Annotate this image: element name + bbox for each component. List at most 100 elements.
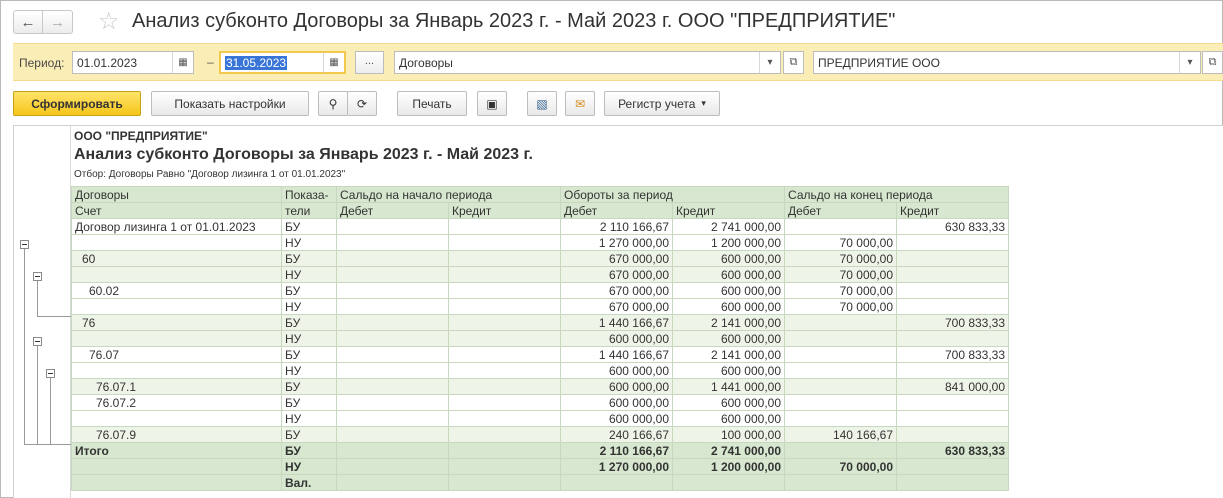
cell-ed[interactable] (784, 442, 898, 459)
cell-od[interactable]: 600 000,00 (560, 362, 673, 379)
cell-od[interactable]: 600 000,00 (560, 410, 673, 427)
cell-ek[interactable] (896, 458, 1010, 475)
cell-sk[interactable] (448, 426, 561, 443)
cell-ind[interactable]: БУ (281, 442, 337, 459)
cell-sd[interactable] (336, 458, 449, 475)
cell-name[interactable]: 76 (71, 314, 282, 331)
cell-sd[interactable] (336, 314, 449, 331)
cell-ek[interactable] (896, 474, 1010, 491)
cell-ind[interactable]: БУ (281, 346, 337, 363)
cell-ind[interactable]: БУ (281, 250, 337, 267)
cell-od[interactable]: 240 166,67 (560, 426, 673, 443)
cell-ek[interactable]: 630 833,33 (896, 218, 1010, 235)
search-button[interactable]: ⚲ (318, 91, 348, 116)
cell-ed[interactable] (784, 314, 898, 331)
cell-ed[interactable] (784, 378, 898, 395)
cell-ek[interactable]: 700 833,33 (896, 314, 1010, 331)
cell-name[interactable]: 60 (71, 250, 282, 267)
cell-sk[interactable] (448, 266, 561, 283)
cell-sk[interactable] (448, 218, 561, 235)
cell-ek[interactable] (896, 410, 1010, 427)
date-from-field[interactable]: 01.01.2023 ▦ (72, 51, 194, 74)
cell-ok[interactable]: 1 441 000,00 (671, 378, 786, 395)
cell-sk[interactable] (448, 250, 561, 267)
cell-ok[interactable]: 1 200 000,00 (671, 458, 786, 475)
cell-ind[interactable]: БУ (281, 218, 337, 235)
cell-name[interactable] (71, 362, 282, 379)
cell-sd[interactable] (336, 426, 449, 443)
email-button[interactable]: ✉ (565, 91, 595, 116)
cell-sd[interactable] (336, 282, 449, 299)
cell-name[interactable]: Договор лизинга 1 от 01.01.2023 (71, 218, 282, 235)
cell-ek[interactable] (896, 234, 1010, 251)
cell-ind[interactable]: НУ (281, 266, 337, 283)
cell-od[interactable]: 1 270 000,00 (560, 234, 673, 251)
cell-ed[interactable] (784, 410, 898, 427)
open-subconto-button[interactable]: ⧉ (783, 51, 804, 74)
search-refresh-button[interactable]: ⟳ (347, 91, 377, 116)
favorite-star-icon[interactable]: ☆ (98, 7, 120, 36)
cell-ind[interactable]: Вал. (281, 474, 337, 491)
chevron-down-icon[interactable]: ▾ (1179, 52, 1200, 73)
cell-name[interactable] (71, 458, 282, 475)
cell-ok[interactable]: 1 200 000,00 (671, 234, 786, 251)
subconto-select[interactable]: Договоры ▾ (394, 51, 781, 74)
cell-ed[interactable] (784, 394, 898, 411)
cell-name[interactable]: 76.07.1 (71, 378, 282, 395)
cell-sd[interactable] (336, 330, 449, 347)
cell-ok[interactable]: 2 741 000,00 (671, 218, 786, 235)
cell-sd[interactable] (336, 442, 449, 459)
cell-name[interactable] (71, 330, 282, 347)
cell-ek[interactable] (896, 362, 1010, 379)
cell-sk[interactable] (448, 298, 561, 315)
show-settings-button[interactable]: Показать настройки (151, 91, 309, 116)
cell-sd[interactable] (336, 298, 449, 315)
cell-ek[interactable]: 841 000,00 (896, 378, 1010, 395)
cell-od[interactable]: 670 000,00 (560, 250, 673, 267)
cell-od[interactable]: 2 110 166,67 (560, 218, 673, 235)
cell-ind[interactable]: НУ (281, 234, 337, 251)
cell-ek[interactable] (896, 330, 1010, 347)
cell-od[interactable]: 670 000,00 (560, 282, 673, 299)
generate-button[interactable]: Сформировать (13, 91, 141, 116)
cell-ed[interactable] (784, 330, 898, 347)
cell-name[interactable] (71, 266, 282, 283)
cell-od[interactable]: 670 000,00 (560, 266, 673, 283)
cell-sk[interactable] (448, 474, 561, 491)
cell-sk[interactable] (448, 362, 561, 379)
cell-od[interactable]: 2 110 166,67 (560, 442, 673, 459)
cell-ind[interactable]: НУ (281, 410, 337, 427)
cell-ok[interactable]: 2 741 000,00 (671, 442, 786, 459)
save-button[interactable]: ▧ (527, 91, 557, 116)
cell-ok[interactable]: 100 000,00 (671, 426, 786, 443)
organization-select[interactable]: ПРЕДПРИЯТИЕ ООО ▾ (813, 51, 1201, 74)
cell-ek[interactable] (896, 426, 1010, 443)
cell-ed[interactable]: 140 166,67 (784, 426, 898, 443)
cell-sd[interactable] (336, 378, 449, 395)
cell-ek[interactable] (896, 282, 1010, 299)
cell-ed[interactable] (784, 346, 898, 363)
period-select-button[interactable]: ... (355, 51, 384, 74)
cell-od[interactable]: 600 000,00 (560, 330, 673, 347)
cell-name[interactable]: 60.02 (71, 282, 282, 299)
cell-ind[interactable]: НУ (281, 362, 337, 379)
cell-od[interactable]: 600 000,00 (560, 378, 673, 395)
cell-sd[interactable] (336, 234, 449, 251)
cell-ed[interactable]: 70 000,00 (784, 250, 898, 267)
cell-sk[interactable] (448, 330, 561, 347)
cell-ind[interactable]: БУ (281, 282, 337, 299)
register-button[interactable]: Регистр учета ▾ (604, 91, 720, 116)
date-to-field[interactable]: 31.05.2023 ▦ (219, 51, 346, 74)
forward-button[interactable]: → (43, 10, 73, 34)
cell-ind[interactable]: БУ (281, 394, 337, 411)
cell-ok[interactable]: 600 000,00 (671, 330, 786, 347)
calendar-icon[interactable]: ▦ (323, 52, 344, 73)
print-button[interactable]: Печать (397, 91, 467, 116)
cell-ek[interactable]: 630 833,33 (896, 442, 1010, 459)
cell-name[interactable]: 76.07 (71, 346, 282, 363)
cell-ind[interactable]: НУ (281, 458, 337, 475)
cell-ed[interactable] (784, 362, 898, 379)
cell-ok[interactable]: 600 000,00 (671, 298, 786, 315)
cell-sd[interactable] (336, 362, 449, 379)
cell-sk[interactable] (448, 346, 561, 363)
